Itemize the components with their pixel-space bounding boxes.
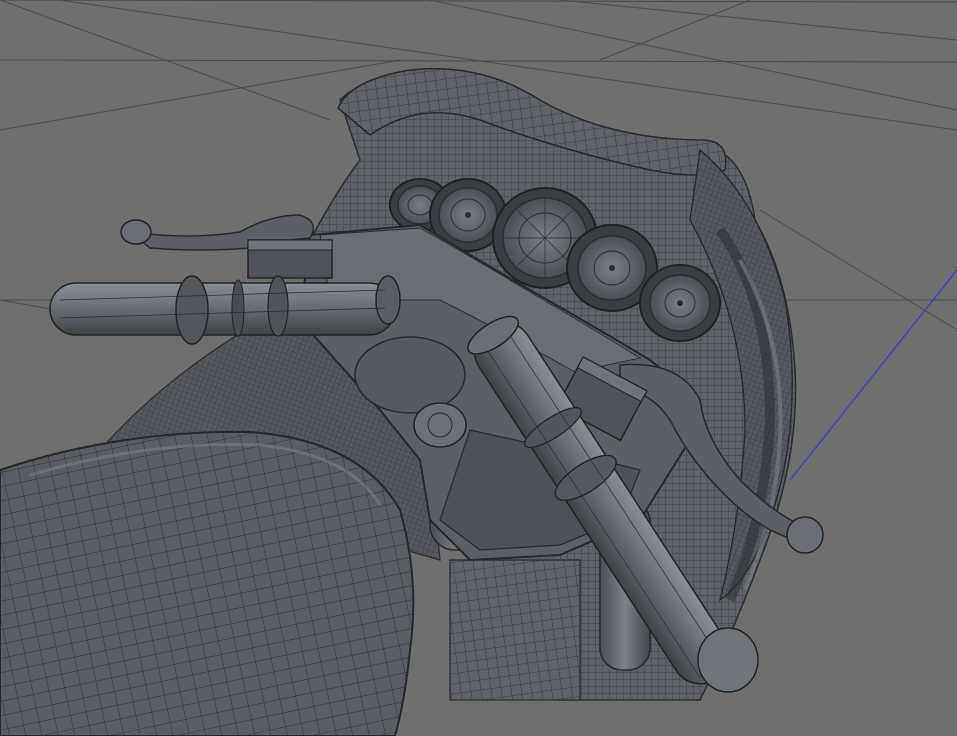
gauge-small-right: [639, 264, 721, 342]
3d-viewport[interactable]: [0, 0, 957, 736]
fuel-tank[interactable]: [0, 430, 415, 736]
left-handlebar-grip[interactable]: [49, 275, 401, 345]
steering-stem-nut: [413, 402, 467, 448]
right-grip-end-cap: [697, 627, 759, 693]
viewport-scene[interactable]: [0, 0, 957, 736]
steering-stem-boss: [354, 336, 466, 414]
